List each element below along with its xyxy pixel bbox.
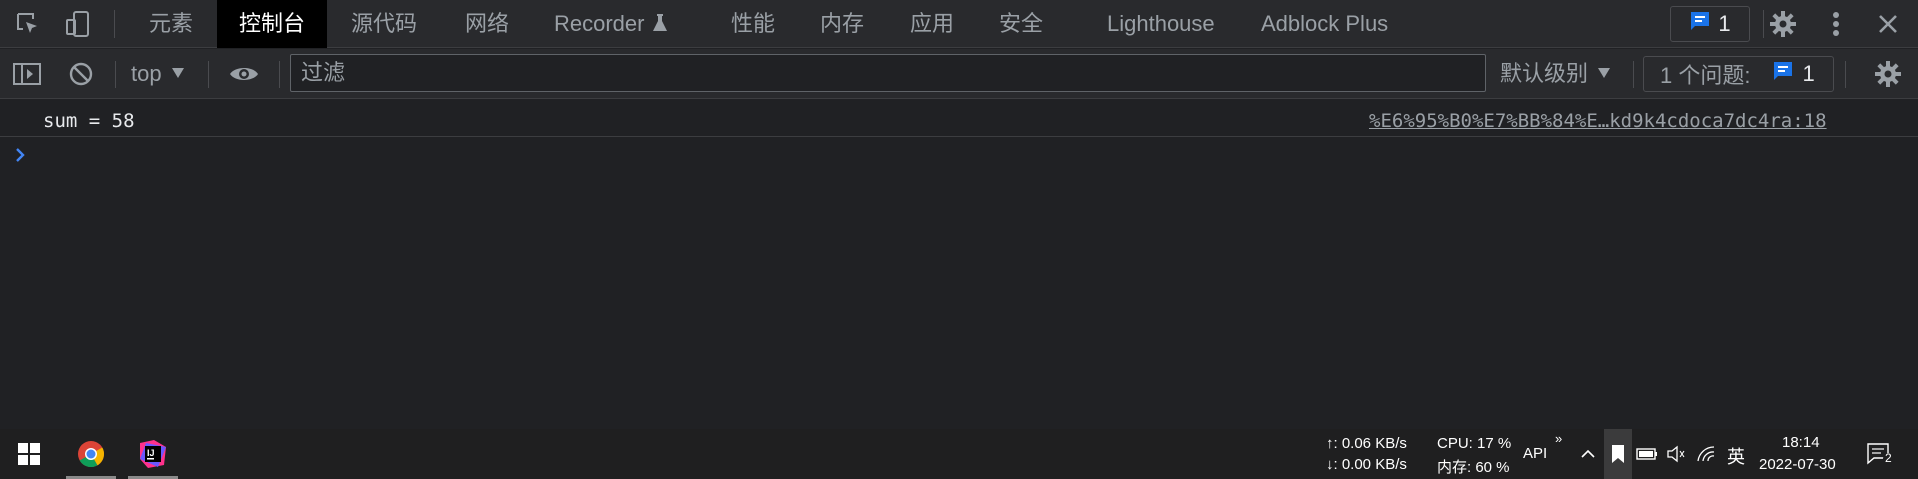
clear-console-icon[interactable]	[66, 59, 96, 89]
device-toolbar-icon[interactable]	[63, 9, 93, 39]
tab-network[interactable]: 网络	[465, 0, 509, 48]
chrome-app-icon[interactable]	[62, 429, 120, 479]
close-devtools-icon[interactable]	[1873, 9, 1903, 39]
inspect-element-icon[interactable]	[13, 9, 43, 39]
toolbar-divider	[1845, 61, 1846, 88]
network-download-speed: ↓: 0.00 KB/s	[1326, 456, 1407, 473]
flask-icon	[652, 2, 668, 50]
toolbar-divider	[115, 61, 116, 88]
settings-gear-icon[interactable]	[1768, 9, 1798, 39]
network-upload-speed: ↑: 0.06 KB/s	[1326, 435, 1407, 452]
dropdown-caret-icon	[1598, 68, 1611, 78]
console-settings-gear-icon[interactable]	[1873, 59, 1903, 89]
javascript-context-select[interactable]: top	[131, 49, 184, 99]
toolbar-divider	[279, 61, 280, 88]
tab-recorder[interactable]: Recorder	[554, 0, 668, 48]
console-message-text: sum = 58	[43, 110, 135, 132]
context-label: top	[131, 61, 162, 86]
battery-icon[interactable]	[1635, 442, 1659, 466]
toolbar-divider	[1763, 10, 1764, 38]
issues-count: 1	[1718, 11, 1731, 36]
log-levels-label: 默认级别	[1500, 61, 1589, 86]
console-prompt-chevron-icon	[14, 145, 28, 165]
console-message-source-link[interactable]: %E6%95%B0%E7%BB%84%E…kd9k4cdoca7dc4ra:18	[1369, 110, 1827, 132]
notification-count-badge: 2	[1885, 451, 1892, 465]
live-expression-eye-icon[interactable]	[229, 59, 259, 89]
windows-taskbar: IJ ↑: 0.06 KB/s ↓: 0.00 KB/s CPU: 17 % 内…	[0, 429, 1918, 479]
windows-start-icon[interactable]	[0, 429, 58, 479]
tab-lighthouse[interactable]: Lighthouse	[1107, 0, 1215, 48]
intellij-app-icon[interactable]: IJ	[124, 429, 182, 479]
issues-count: 1	[1802, 61, 1815, 86]
wifi-icon[interactable]	[1694, 442, 1718, 466]
input-method-indicator[interactable]: 英	[1727, 443, 1745, 469]
console-prompt-input[interactable]	[40, 140, 1900, 170]
more-options-icon[interactable]	[1821, 9, 1851, 39]
tab-elements[interactable]: 元素	[149, 0, 193, 48]
tab-performance[interactable]: 性能	[731, 0, 775, 48]
svg-text:IJ: IJ	[147, 448, 155, 458]
issues-label: 1 个问题:	[1660, 63, 1751, 88]
toolbar-divider	[1633, 61, 1634, 88]
show-sidebar-icon[interactable]	[12, 59, 42, 89]
show-hidden-icons-chevron-icon[interactable]	[1576, 442, 1600, 466]
toolbar-divider	[208, 61, 209, 88]
tab-sources[interactable]: 源代码	[351, 0, 417, 48]
bookmark-app-icon[interactable]	[1606, 442, 1630, 466]
tab-memory[interactable]: 内存	[820, 0, 864, 48]
console-toolbar: top 默认级别 1 个问题: 1	[0, 49, 1918, 99]
tab-adblock-plus[interactable]: Adblock Plus	[1261, 0, 1388, 48]
tab-security[interactable]: 安全	[999, 0, 1043, 48]
tab-console[interactable]: 控制台	[217, 0, 328, 48]
clock-date[interactable]: 2022-07-30	[1759, 456, 1836, 473]
tab-recorder-label: Recorder	[554, 11, 645, 36]
double-chevron-icon[interactable]: »	[1555, 431, 1562, 446]
volume-muted-icon[interactable]	[1664, 442, 1688, 466]
clock-time[interactable]: 18:14	[1782, 434, 1820, 451]
message-icon	[1689, 10, 1711, 38]
cpu-usage: CPU: 17 %	[1437, 435, 1512, 452]
tab-application[interactable]: 应用	[910, 0, 954, 48]
console-filter-input[interactable]	[290, 54, 1486, 92]
issues-counter-button[interactable]: 1	[1670, 6, 1750, 42]
dropdown-caret-icon	[171, 68, 184, 78]
memory-usage: 内存: 60 %	[1437, 459, 1510, 476]
toolbar-divider	[114, 10, 115, 38]
api-indicator[interactable]: API	[1523, 445, 1547, 462]
devtools-tabbar: 元素 控制台 源代码 网络 Recorder 性能 内存 应用 安全 Light…	[0, 0, 1918, 48]
message-icon	[1772, 60, 1794, 88]
log-levels-select[interactable]: 默认级别	[1500, 49, 1611, 99]
issues-button[interactable]: 1 个问题: 1	[1643, 56, 1834, 92]
console-message-row: sum = 58 %E6%95%B0%E7%BB%84%E…kd9k4cdoca…	[0, 101, 1918, 137]
